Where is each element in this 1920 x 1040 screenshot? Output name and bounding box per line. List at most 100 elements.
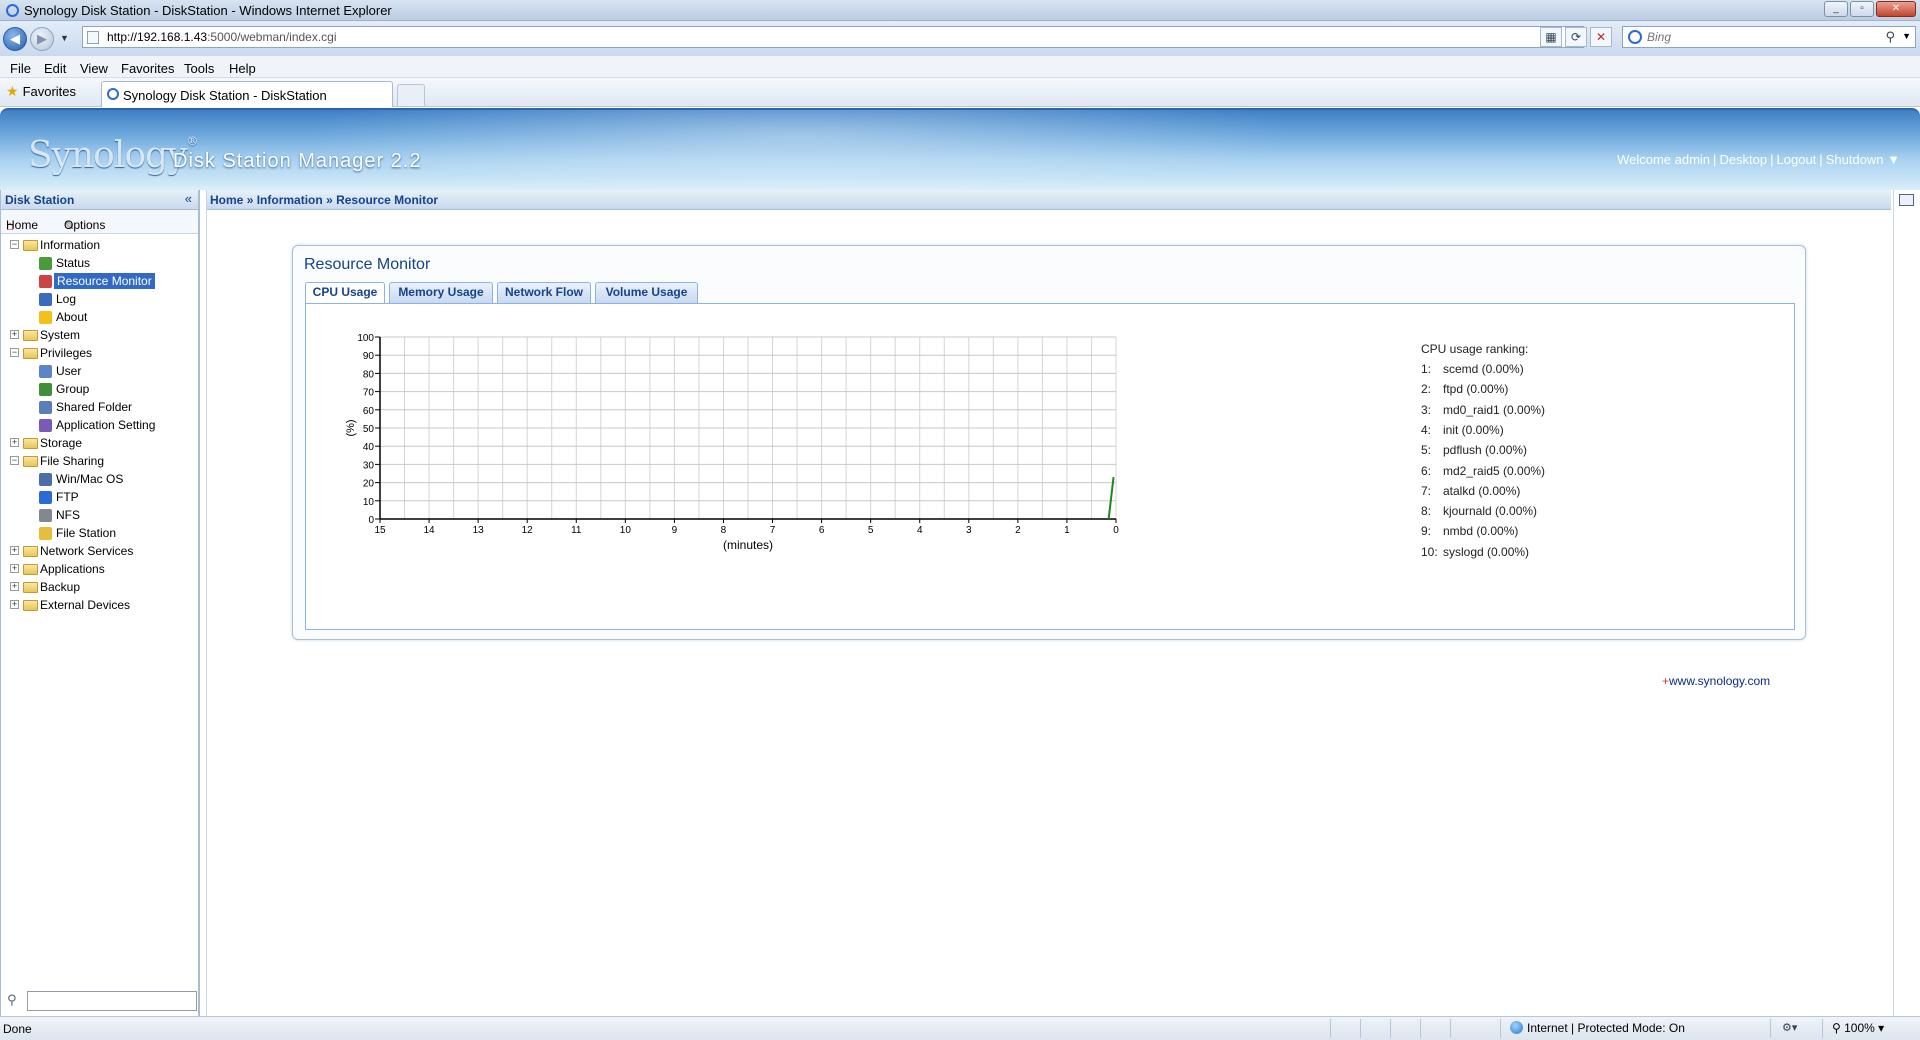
menu-help[interactable]: Help [229,58,256,76]
search-box[interactable]: ⚲ ▼ [1622,26,1916,48]
about-bulb-icon [39,311,52,324]
ranking-process: pdflush (0.00%) [1443,443,1528,458]
tree-item-information[interactable]: − Information [1,236,198,254]
tree-item-network-services[interactable]: + Network Services [1,542,198,560]
tab-body: 0 10 20 30 40 50 60 70 80 90 100 15 14 13 12 11 10 9 8 7 6 5 4… [305,303,1795,630]
tree-item-label: User [56,364,82,378]
minimize-button[interactable]: _ [1824,1,1848,17]
tree-item-label: About [56,310,88,324]
tree-item-application-setting[interactable]: Application Setting [1,416,198,434]
address-bar[interactable]: http://192.168.1.43:5000/webman/index.cg… [82,26,1584,48]
forward-button[interactable]: ▶ [30,27,54,51]
zoom-control[interactable]: ⚲ 100% ▾ [1832,1021,1884,1035]
ranking-process: nmbd (0.00%) [1443,524,1519,539]
security-zone[interactable]: Internet | Protected Mode: On [1510,1021,1685,1035]
menu-view[interactable]: View [80,58,108,76]
product-title: Disk Station Manager 2.2 [173,150,422,172]
tree-item-file-sharing[interactable]: − File Sharing [1,452,198,470]
folder-icon [23,582,38,593]
sidebar: Disk Station « ⌂ Home ✎ Options − Informati… [0,190,200,1016]
y-tick-label: 50 [363,424,375,435]
sidebar-toolbar: ⌂ Home ✎ Options [1,210,198,234]
tree-item-about[interactable]: About [1,308,198,326]
tab-network-flow[interactable]: Network Flow [497,282,591,303]
collapse-toggle-icon[interactable]: − [10,240,19,249]
tree-item-group[interactable]: Group [1,380,198,398]
title-bar: Synology Disk Station - DiskStation - Wi… [0,0,1920,21]
ranking-item: 9: nmbd (0.00%) [1421,524,1518,538]
tree-item-external-devices[interactable]: + External Devices [1,596,198,614]
menu-tools[interactable]: Tools [184,58,214,76]
tree-item-status[interactable]: Status [1,254,198,272]
recent-pages-dropdown-icon[interactable]: ▼ [60,33,69,43]
user-icon [39,365,52,378]
tree-item-log[interactable]: Log [1,290,198,308]
tree-item-storage[interactable]: + Storage [1,434,198,452]
x-tick-label: 5 [868,525,874,536]
tree-item-ftp[interactable]: FTP [1,488,198,506]
menu-favorites[interactable]: Favorites [121,58,174,76]
tree-item-resource-monitor[interactable]: Resource Monitor [1,272,198,290]
search-icon[interactable]: ⚲ [1885,29,1895,45]
close-window-button[interactable]: ✕ [1876,1,1916,17]
tree-item-system[interactable]: + System [1,326,198,344]
main-area: Home » Information » Resource Monitor Re… [206,190,1891,1016]
breadcrumb-current: Resource Monitor [336,193,439,207]
collapse-toggle-icon[interactable]: − [10,456,19,465]
stop-icon[interactable]: ✕ [1590,27,1612,47]
tree-item-user[interactable]: User [1,362,198,380]
tree-item-win-mac-os[interactable]: Win/Mac OS [1,470,198,488]
folder-icon [23,438,38,449]
tab-memory-usage[interactable]: Memory Usage [389,282,493,303]
tree-item-privileges[interactable]: − Privileges [1,344,198,362]
expand-toggle-icon[interactable]: + [10,582,19,591]
sidebar-search-input[interactable] [27,991,197,1011]
protected-mode-icon[interactable]: ⚙▾ [1782,1021,1797,1034]
expand-toggle-icon[interactable]: + [10,600,19,609]
expand-toggle-icon[interactable]: + [10,546,19,555]
ranking-item: 1: scemd (0.00%) [1421,362,1524,376]
folder-icon [23,546,38,557]
breadcrumb-information[interactable]: Information [257,193,323,207]
tab-cpu-usage[interactable]: CPU Usage [305,282,385,304]
breadcrumb-home[interactable]: Home [210,193,243,207]
url-text[interactable]: http://192.168.1.43:5000/webman/index.cg… [107,30,337,44]
back-button[interactable]: ◀ [3,27,27,51]
tree-item-backup[interactable]: + Backup [1,578,198,596]
menu-file[interactable]: File [10,58,31,76]
ranking-number: 3: [1421,402,1432,417]
tree-item-shared-folder[interactable]: Shared Folder [1,398,198,416]
win-mac-icon [39,473,52,486]
address-toolbar: ◀ ▶ ▼ http://192.168.1.43:5000/webman/in… [0,21,1920,56]
compatibility-view-icon[interactable]: ▦ [1540,27,1562,47]
ranking-item: 5: pdflush (0.00%) [1421,443,1527,457]
synology-website-link[interactable]: +www.synology.com [1662,674,1770,688]
folder-icon [23,456,38,467]
favorites-button[interactable]: ★ Favorites [6,83,76,100]
header-links: Welcome admin | Desktop | Logout | Shutdown ▼ [1617,152,1900,167]
bing-icon [1628,30,1642,44]
collapse-toggle-icon[interactable]: − [10,348,19,357]
menu-edit[interactable]: Edit [44,58,66,76]
tree-item-nfs[interactable]: NFS [1,506,198,524]
expand-toggle-icon[interactable]: + [10,330,19,339]
tree-item-applications[interactable]: + Applications [1,560,198,578]
logout-link[interactable]: Logout [1777,152,1817,167]
search-dropdown-icon[interactable]: ▼ [1902,31,1911,41]
new-tab-button[interactable] [397,84,425,106]
help-book-icon[interactable] [1899,194,1914,206]
tab-volume-usage[interactable]: Volume Usage [595,282,698,303]
expand-toggle-icon[interactable]: + [10,438,19,447]
desktop-link[interactable]: Desktop [1719,152,1767,167]
expand-toggle-icon[interactable]: + [10,564,19,573]
refresh-icon[interactable]: ⟳ [1565,27,1587,47]
y-tick-label: 30 [363,460,375,471]
shutdown-menu[interactable]: Shutdown ▼ [1826,152,1900,167]
maximize-button[interactable]: ▫ [1850,1,1874,17]
browser-tab[interactable]: Synology Disk Station - DiskStation [101,81,393,107]
ranking-number: 2: [1421,382,1432,397]
search-input[interactable] [1647,29,1877,45]
tree-item-label: Win/Mac OS [56,472,124,486]
tree-item-file-station[interactable]: File Station [1,524,198,542]
collapse-icon[interactable]: « [185,191,192,206]
